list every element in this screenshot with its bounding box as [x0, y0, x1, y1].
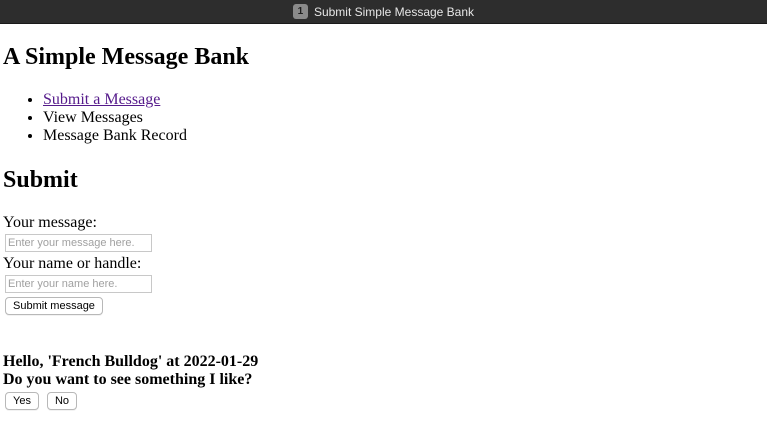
- nav-list: Submit a Message View Messages Message B…: [3, 91, 187, 145]
- section-heading: Submit: [3, 167, 78, 193]
- name-label: Your name or handle:: [3, 255, 142, 272]
- message-form: Your message: Your name or handle: Submi…: [3, 214, 152, 315]
- window-titlebar: 1 Submit Simple Message Bank: [0, 0, 767, 24]
- question-text: Do you want to see something I like?: [3, 371, 253, 388]
- message-input[interactable]: [5, 234, 152, 252]
- nav-link-submit-message[interactable]: Submit a Message: [43, 91, 160, 108]
- no-button[interactable]: No: [46, 392, 78, 410]
- message-label: Your message:: [3, 214, 97, 231]
- greeting-block: Hello, 'French Bulldog' at 2022-01-29 Do…: [3, 353, 258, 389]
- tab-index-badge: 1: [292, 4, 308, 19]
- nav-item-message-bank-record: Message Bank Record: [43, 127, 187, 145]
- nav-item-view-messages: View Messages: [43, 109, 187, 127]
- answer-buttons: Yes No: [5, 392, 78, 410]
- yes-button[interactable]: Yes: [5, 392, 39, 410]
- greeting-text: Hello, 'French Bulldog' at 2022-01-29: [3, 353, 259, 370]
- nav-item-submit: Submit a Message: [43, 91, 187, 109]
- page-title: A Simple Message Bank: [3, 44, 250, 70]
- window-title: Submit Simple Message Bank: [313, 4, 475, 19]
- submit-message-button[interactable]: Submit message: [5, 297, 103, 315]
- name-input[interactable]: [5, 275, 152, 293]
